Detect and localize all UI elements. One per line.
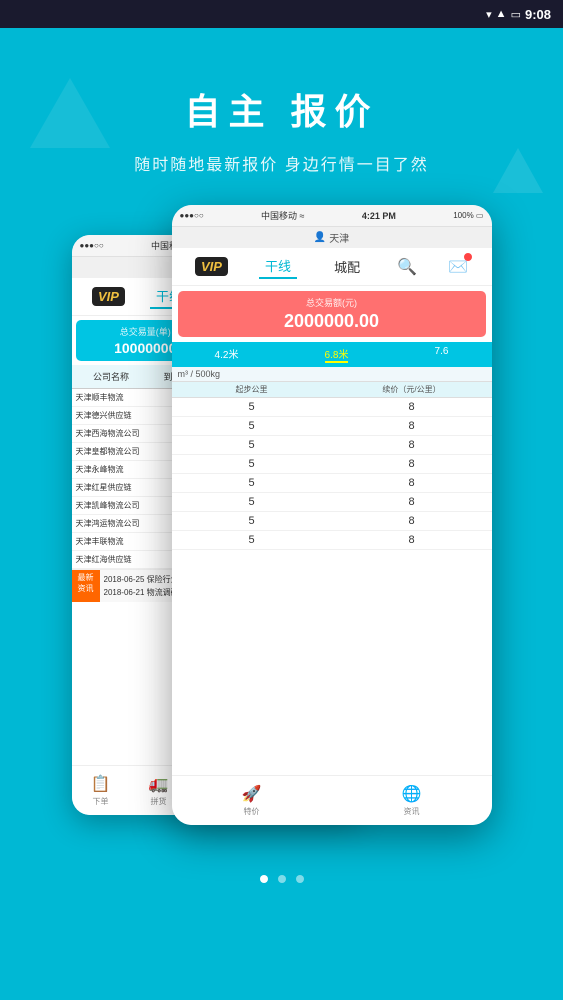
front-phone-status: ●●●○○ 中国移动 ≈ 4:21 PM 100% ▭ [172, 205, 492, 227]
status-time: 9:08 [525, 7, 551, 22]
front-vip-logo: VIP [195, 257, 228, 276]
panel-cell-price: 8 [332, 515, 492, 527]
battery-icon: ▭ [511, 8, 521, 21]
news-label-1: 最新 [78, 572, 94, 583]
front-bottom-tabs[interactable]: 🚀 特价 🌐 资讯 [172, 775, 492, 825]
panel-row: 5 8 [172, 436, 492, 455]
td-company: 天津永峰物流 [72, 461, 160, 478]
back-tab-groupbuy[interactable]: 🚛 拼货 [149, 774, 169, 807]
size-4m[interactable]: 4.2米 [215, 346, 239, 363]
status-bar: ▾ ▲ ▭ 9:08 [0, 0, 563, 28]
td-company: 天津西海物流公司 [72, 425, 160, 442]
front-summary-pink: 总交易额(元) 2000000.00 [178, 291, 486, 337]
front-battery: 100% ▭ [453, 211, 483, 220]
back-tab-groupbuy-label: 拼货 [150, 796, 166, 807]
panel-cell-start: 5 [172, 477, 332, 489]
panel-cell-price: 8 [332, 496, 492, 508]
td-company: 天津皇都物流公司 [72, 443, 160, 460]
decorative-triangle-right [493, 148, 543, 193]
td-company: 天津红海供应链 [72, 551, 160, 568]
front-carrier: 中国移动 ≈ [261, 209, 304, 222]
back-tab-order[interactable]: 📋 下单 [91, 774, 111, 807]
front-search-icon[interactable]: 🔍 [397, 257, 417, 277]
panel-cell-price: 8 [332, 477, 492, 489]
wifi-icon: ▾ [486, 8, 492, 21]
dot-1 [260, 875, 268, 883]
back-tab-order-label: 下单 [92, 796, 108, 807]
signal-icon: ▲ [496, 8, 507, 20]
page-subtitle: 随时随地最新报价 身边行情一目了然 [134, 151, 428, 175]
front-tab-trunk[interactable]: 干线 [259, 254, 297, 279]
front-news-icon: 🌐 [402, 784, 422, 804]
panel-cell-start: 5 [172, 439, 332, 451]
front-tab-special-label: 特价 [243, 806, 259, 817]
page-title: 自主 报价 [184, 83, 378, 135]
front-location-bar: 👤 天津 [172, 227, 492, 248]
front-mail-icon[interactable]: ✉️ [448, 257, 468, 277]
back-signal-dots: ●●●○○ [80, 241, 104, 250]
size-tabs[interactable]: 4.2米 6.8米 7.6 [172, 342, 492, 367]
vip-logo: VIP [92, 287, 125, 306]
dot-2 [278, 875, 286, 883]
groupbuy-icon: 🚛 [149, 774, 169, 794]
mockup-container: ●●●○○ 中国移动 ≈ 4:21 PM 100% ▭ 👤 天津 VIP 干线 … [72, 205, 492, 855]
news-label-2: 资讯 [78, 583, 94, 594]
panel-cell-price: 8 [332, 401, 492, 413]
front-pink-label: 总交易额(元) [184, 296, 480, 309]
panel-cell-start: 5 [172, 458, 332, 470]
panel-cell-start: 5 [172, 496, 332, 508]
size-7m[interactable]: 7.6 [435, 346, 449, 363]
panel-cell-start: 5 [172, 534, 332, 546]
decorative-triangle-left [30, 78, 110, 148]
panel-cell-start: 5 [172, 515, 332, 527]
size-6m[interactable]: 6.8米 [325, 346, 349, 363]
front-tab-special[interactable]: 🚀 特价 [242, 784, 262, 817]
front-tab-news[interactable]: 🌐 资讯 [402, 784, 422, 817]
front-signal-dots: ●●●○○ [180, 211, 204, 220]
front-tab-news-label: 资讯 [403, 806, 419, 817]
td-company: 天津鸿运物流公司 [72, 515, 160, 532]
panel-row: 5 8 [172, 512, 492, 531]
front-special-icon: 🚀 [242, 784, 262, 804]
main-content: 自主 报价 随时随地最新报价 身边行情一目了然 ●●●○○ 中国移动 ≈ 4:2… [0, 28, 563, 1000]
panel-cell-price: 8 [332, 534, 492, 546]
phone-front: ●●●○○ 中国移动 ≈ 4:21 PM 100% ▭ 👤 天津 VIP 干线 … [172, 205, 492, 825]
panel-cell-start: 5 [172, 420, 332, 432]
panel-row: 5 8 [172, 398, 492, 417]
front-tab-city[interactable]: 城配 [328, 255, 366, 278]
td-company: 天津丰联物流 [72, 533, 160, 550]
td-company: 天津红星供应链 [72, 479, 160, 496]
page-dots [260, 875, 304, 883]
panel-row: 5 8 [172, 474, 492, 493]
news-badge: 最新 资讯 [72, 570, 100, 602]
panel-row: 5 8 [172, 455, 492, 474]
front-pink-value: 2000000.00 [184, 311, 480, 332]
col-h-price: 续价（元/公里） [332, 382, 492, 397]
panel-row: 5 8 [172, 531, 492, 550]
front-data-rows: 5 8 5 8 5 8 5 8 5 8 5 8 5 8 5 8 [172, 398, 492, 550]
front-location-text: 天津 [329, 230, 349, 245]
panel-cell-price: 8 [332, 420, 492, 432]
panel-row: 5 8 [172, 493, 492, 512]
front-summary-section: 总交易额(元) 2000000.00 [172, 286, 492, 342]
panel-cell-price: 8 [332, 458, 492, 470]
front-location-person-icon: 👤 [314, 232, 326, 243]
panel-cell-start: 5 [172, 401, 332, 413]
front-time: 4:21 PM [362, 211, 396, 221]
th-company: 公司名称 [72, 368, 151, 385]
col-h-start: 起步公里 [172, 382, 332, 397]
td-company: 天津顺丰物流 [72, 389, 160, 406]
front-col-header: 起步公里 续价（元/公里） [172, 382, 492, 398]
dot-3 [296, 875, 304, 883]
status-icons: ▾ ▲ ▭ 9:08 [486, 7, 551, 22]
order-icon: 📋 [91, 774, 111, 794]
front-mail-badge [464, 253, 472, 261]
td-company: 天津德兴供应链 [72, 407, 160, 424]
front-nav-tabs[interactable]: VIP 干线 城配 🔍 ✉️ [172, 248, 492, 286]
td-company: 天津凯峰物流公司 [72, 497, 160, 514]
panel-row: 5 8 [172, 417, 492, 436]
panel-cell-price: 8 [332, 439, 492, 451]
volume-label: m³ / 500kg [172, 367, 492, 382]
